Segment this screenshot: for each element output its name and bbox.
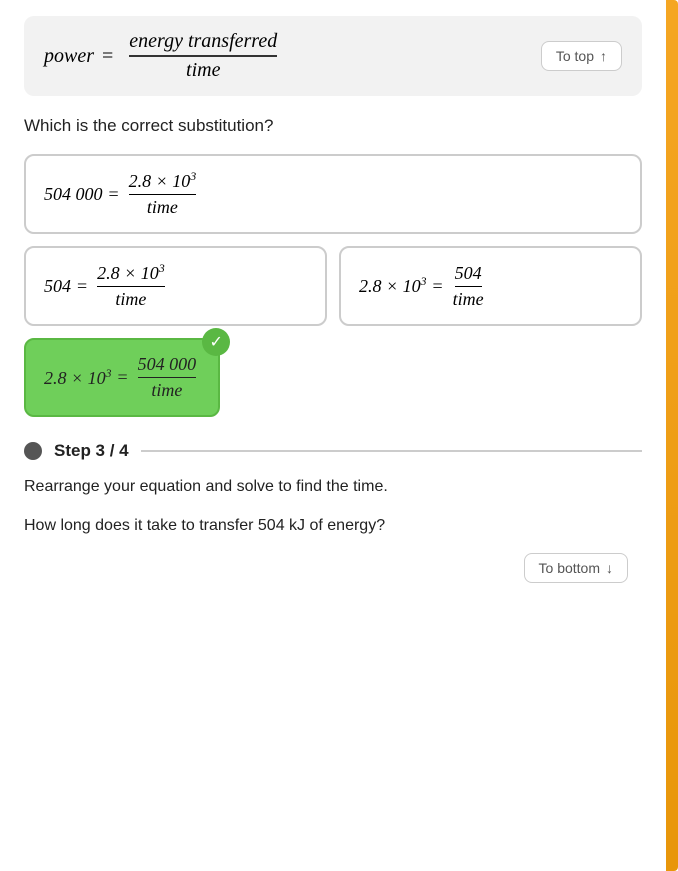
options-row-bc: 504 = 2.8 × 103 time 2.8 × 103 = 504 tim…: [24, 246, 642, 326]
option-c-fraction: 504 time: [453, 263, 484, 310]
option-b-left: 504: [44, 276, 71, 297]
step-header: Step 3 / 4: [24, 441, 642, 461]
options-row-d: ✓ 2.8 × 103 = 504 000 time: [24, 338, 642, 417]
formula-left: power: [44, 45, 94, 68]
options-grid: 504 000 = 2.8 × 103 time 504 = 2.8 × 103…: [24, 154, 642, 417]
option-c-left: 2.8 × 103: [359, 275, 427, 297]
step-section: Step 3 / 4 Rearrange your equation and s…: [24, 441, 642, 539]
step-body-1: Rearrange your equation and solve to fin…: [24, 475, 642, 500]
option-b-eq: =: [77, 276, 87, 297]
formula-display: power = energy transferred time: [44, 30, 277, 82]
option-a-left: 504 000: [44, 184, 103, 205]
option-a-num: 2.8 × 103: [129, 170, 197, 195]
option-b-num: 2.8 × 103: [97, 262, 165, 287]
correct-check-badge: ✓: [202, 328, 230, 356]
to-top-button[interactable]: To top ↑: [541, 41, 622, 71]
option-b-fraction: 2.8 × 103 time: [97, 262, 165, 310]
formula-numerator: energy transferred: [129, 30, 277, 57]
step-body-2: How long does it take to transfer 504 kJ…: [24, 514, 642, 539]
formula-fraction: energy transferred time: [129, 30, 277, 82]
step-divider: [141, 450, 642, 452]
formula-equals: =: [102, 45, 113, 68]
to-bottom-button[interactable]: To bottom ↓: [524, 553, 628, 583]
step-bullet: [24, 442, 42, 460]
option-d-eq: =: [118, 367, 128, 388]
option-d[interactable]: ✓ 2.8 × 103 = 504 000 time: [24, 338, 220, 417]
option-a-fraction: 2.8 × 103 time: [129, 170, 197, 218]
option-b-den: time: [115, 287, 146, 310]
right-accent-bar: [666, 0, 678, 871]
formula-box: power = energy transferred time To top ↑: [24, 16, 642, 96]
option-c-num: 504: [455, 263, 482, 287]
formula-denominator: time: [186, 57, 220, 82]
option-d-num: 504 000: [138, 354, 197, 378]
option-a-eq: =: [109, 184, 119, 205]
page-container: power = energy transferred time To top ↑…: [0, 0, 678, 871]
main-content: power = energy transferred time To top ↑…: [0, 0, 678, 577]
option-d-fraction: 504 000 time: [138, 354, 197, 401]
option-d-left: 2.8 × 103: [44, 367, 112, 389]
option-d-den: time: [151, 378, 182, 401]
option-c[interactable]: 2.8 × 103 = 504 time: [339, 246, 642, 326]
option-a[interactable]: 504 000 = 2.8 × 103 time: [24, 154, 642, 234]
option-c-den: time: [453, 287, 484, 310]
question-text: Which is the correct substitution?: [24, 116, 642, 136]
option-a-den: time: [147, 195, 178, 218]
option-b[interactable]: 504 = 2.8 × 103 time: [24, 246, 327, 326]
options-row-a: 504 000 = 2.8 × 103 time: [24, 154, 642, 234]
step-label: Step 3 / 4: [54, 441, 129, 461]
option-c-eq: =: [433, 276, 443, 297]
